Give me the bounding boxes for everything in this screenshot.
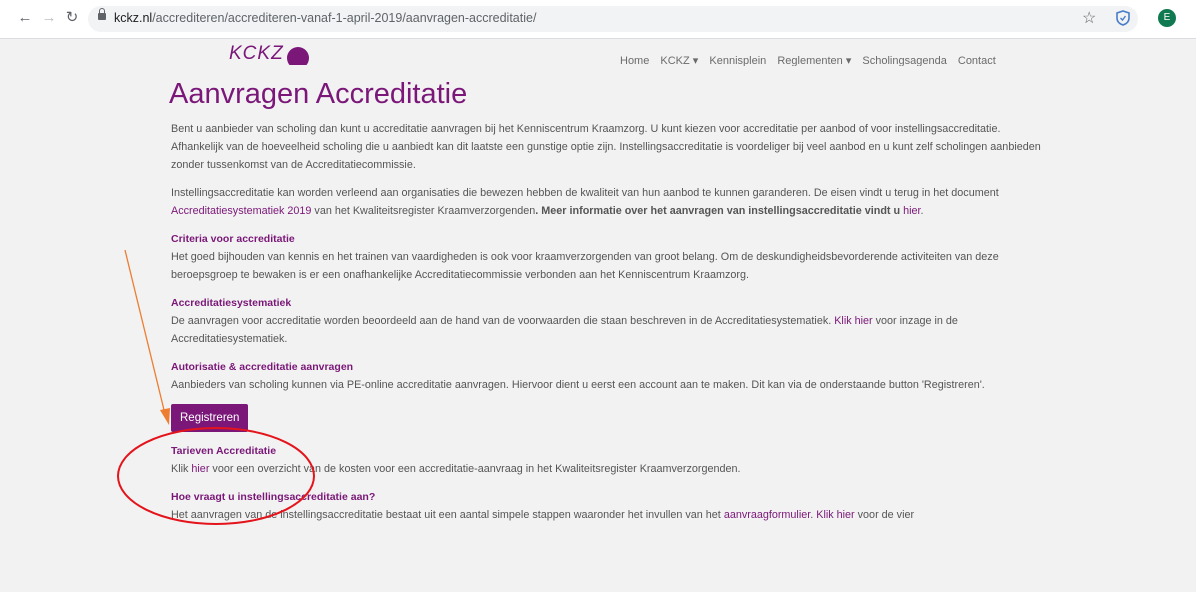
instellingsaccreditatie-hier-link[interactable]: hier bbox=[903, 205, 920, 217]
logo-circle-icon bbox=[286, 47, 309, 65]
hoe-text: Het aanvragen van de instellingsaccredit… bbox=[171, 509, 915, 521]
back-arrow-icon[interactable]: ← bbox=[16, 9, 34, 27]
hoe-klik-hier-link[interactable]: Klik hier bbox=[816, 509, 854, 521]
nav-contact[interactable]: Contact bbox=[958, 55, 996, 66]
criteria-heading: Criteria voor accreditatie bbox=[171, 233, 295, 245]
address-bar[interactable]: kckz.nl/accrediteren/accrediteren-vanaf-… bbox=[88, 6, 1138, 32]
autorisatie-section: Autorisatie & accreditatie aanvragen Aan… bbox=[171, 358, 1041, 442]
lock-icon bbox=[98, 8, 106, 20]
nav-kennisplein[interactable]: Kennisplein bbox=[709, 55, 766, 66]
logo-text: KCKZ bbox=[229, 43, 284, 64]
page-content: Aanvragen Accreditatie Bent u aanbieder … bbox=[169, 66, 1041, 524]
annotation-arrow-line bbox=[124, 249, 166, 415]
tarieven-hier-link[interactable]: hier bbox=[191, 463, 209, 475]
bookmark-star-icon[interactable]: ☆ bbox=[1082, 8, 1096, 28]
autorisatie-text: Aanbieders van scholing kunnen via PE-on… bbox=[171, 379, 985, 391]
accreditatiesystematiek-2019-link[interactable]: Accreditatiesystematiek 2019 bbox=[171, 205, 311, 217]
hoe-section: Hoe vraagt u instellingsaccreditatie aan… bbox=[171, 488, 1041, 524]
systematiek-section: Accreditatiesystematiek De aanvragen voo… bbox=[171, 294, 1041, 348]
main-navigation: Home KCKZ ▾ Kennisplein Reglementen ▾ Sc… bbox=[620, 54, 1004, 66]
autorisatie-heading: Autorisatie & accreditatie aanvragen bbox=[171, 361, 354, 373]
annotation-arrow-head bbox=[160, 408, 170, 425]
tarieven-section: Tarieven Accreditatie Klik hier voor een… bbox=[171, 442, 1041, 478]
site-logo[interactable]: KCKZ bbox=[229, 43, 309, 65]
profile-avatar[interactable]: E bbox=[1158, 9, 1176, 27]
nav-home[interactable]: Home bbox=[620, 55, 649, 66]
aanvraagformulier-link[interactable]: aanvraagformulier bbox=[724, 509, 810, 521]
url-text[interactable]: kckz.nl/accrediteren/accrediteren-vanaf-… bbox=[114, 11, 536, 25]
forward-arrow-icon[interactable]: → bbox=[40, 9, 58, 27]
criteria-section: Criteria voor accreditatie Het goed bijh… bbox=[171, 230, 1041, 284]
register-button[interactable]: Registreren bbox=[171, 404, 249, 432]
systematiek-klik-hier-link[interactable]: Klik hier bbox=[834, 315, 872, 327]
tarieven-heading: Tarieven Accreditatie bbox=[171, 445, 277, 457]
shield-extension-icon[interactable] bbox=[1116, 10, 1130, 26]
nav-kckz[interactable]: KCKZ ▾ bbox=[660, 55, 698, 66]
systematiek-heading: Accreditatiesystematiek bbox=[171, 297, 292, 309]
nav-scholingsagenda[interactable]: Scholingsagenda bbox=[862, 55, 946, 66]
instellingsaccreditatie-paragraph: Instellingsaccreditatie kan worden verle… bbox=[171, 187, 999, 217]
tarieven-text: Klik hier voor een overzicht van de kost… bbox=[171, 463, 741, 475]
hoe-heading: Hoe vraagt u instellingsaccreditatie aan… bbox=[171, 491, 376, 503]
intro-paragraph: Bent u aanbieder van scholing dan kunt u… bbox=[171, 123, 1041, 171]
criteria-text: Het goed bijhouden van kennis en het tra… bbox=[171, 251, 999, 281]
browser-toolbar: ← → ↻ kckz.nl/accrediteren/accrediteren-… bbox=[0, 0, 1196, 39]
nav-reglementen[interactable]: Reglementen ▾ bbox=[777, 55, 851, 66]
systematiek-text: De aanvragen voor accreditatie worden be… bbox=[171, 315, 958, 345]
reload-icon[interactable]: ↻ bbox=[63, 9, 81, 27]
page-title: Aanvragen Accreditatie bbox=[169, 78, 468, 110]
